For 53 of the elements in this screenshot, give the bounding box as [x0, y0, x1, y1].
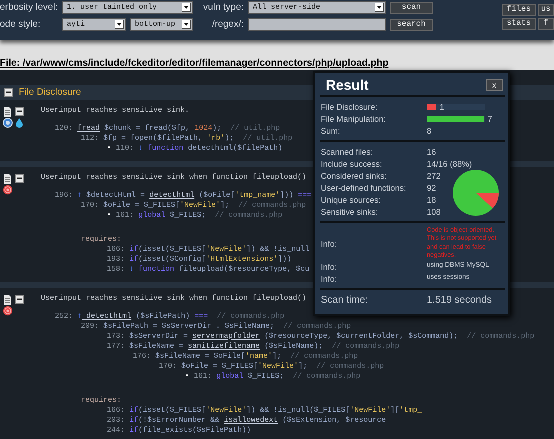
caret-icon [182, 3, 191, 12]
stat-label: File Manipulation: [321, 114, 388, 124]
collapse-icon[interactable] [15, 295, 24, 304]
stat-value: 108 [427, 207, 442, 217]
file-icon[interactable] [3, 295, 12, 305]
target-icon [3, 185, 13, 195]
info-label: Info: [321, 238, 338, 249]
scan-time-label: Scan time: [321, 294, 370, 306]
caret-icon [182, 20, 191, 29]
info-icon [3, 118, 13, 128]
drop-icon [15, 118, 24, 128]
stat-value: 7 [488, 114, 492, 124]
info-label: Info: [321, 262, 338, 272]
stat-value: 272 [427, 171, 442, 181]
collapse-icon[interactable] [15, 107, 24, 116]
nav-button[interactable]: stats [502, 18, 536, 30]
stat-value: 18 [427, 195, 438, 205]
stat-value: 1 [440, 102, 444, 112]
stat-label: Include success: [321, 159, 384, 169]
stat-label: Scanned files: [321, 147, 374, 157]
stat-label: User-defined functions: [321, 183, 408, 193]
section-title: File Disclosure [19, 87, 82, 98]
close-button[interactable]: x [486, 79, 503, 91]
vuln-type-label: vuln type: [202, 2, 245, 13]
search-button[interactable]: search [390, 18, 433, 30]
collapse-icon[interactable] [4, 88, 13, 97]
stat-label: Sensitive sinks: [321, 207, 380, 217]
stat-label: Sum: [321, 126, 342, 136]
target-icon [3, 306, 13, 316]
nav-button[interactable]: f [538, 18, 554, 30]
stat-label: Unique sources: [321, 195, 382, 205]
nav-button[interactable]: us [538, 4, 554, 16]
info-label: Info: [321, 274, 338, 284]
stat-value: 14/16 (88%) [427, 159, 474, 169]
nav-button[interactable]: files [502, 4, 536, 16]
stat-value: 8 [427, 126, 433, 136]
scan-time-value: 1.519 seconds [427, 294, 494, 306]
dialog-title: Result [326, 77, 369, 93]
regex-field[interactable] [248, 18, 386, 31]
stat-value: 16 [427, 147, 438, 157]
file-icon[interactable] [3, 174, 12, 184]
stat-value: 92 [427, 183, 438, 193]
regex-label: /regex/: [211, 19, 245, 30]
collapse-icon[interactable] [15, 174, 24, 183]
verbosity-label: erbosity level: [0, 2, 60, 13]
scan-button[interactable]: scan [390, 2, 433, 14]
caret-icon [115, 20, 124, 29]
file-icon[interactable] [3, 107, 12, 117]
code-style-label: ode style: [0, 19, 42, 30]
pie-chart-drawing [452, 169, 500, 217]
caret-icon [375, 3, 384, 12]
stat-label: File Disclosure: [321, 102, 379, 112]
stat-label: Considered sinks: [321, 171, 388, 181]
